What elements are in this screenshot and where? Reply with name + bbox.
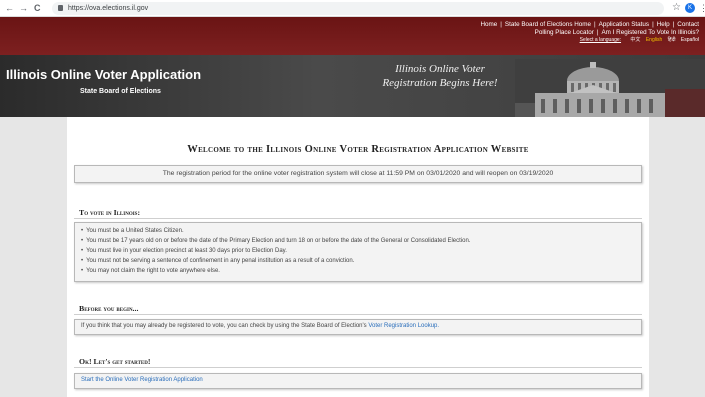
banner-slogan: Illinois Online Voter Registration Begin…: [370, 62, 510, 90]
top-nav-row-1: Home | State Board of Elections Home | Appli…: [480, 21, 699, 28]
nav-am-i-registered-link[interactable]: Am I Registered To Vote In Illinois?: [601, 29, 699, 36]
url-text[interactable]: https://ova.elections.il.gov: [68, 3, 148, 14]
section-divider: [74, 218, 642, 219]
slogan-line-2: Registration Begins Here!: [382, 77, 498, 89]
reload-icon[interactable]: C: [34, 2, 41, 14]
requirements-list: You must be a United States Citizen. You…: [75, 223, 641, 279]
nav-home-link[interactable]: Home: [480, 21, 497, 28]
get-started-heading: Ok! Let's get started!: [79, 357, 151, 366]
lock-icon: [58, 5, 63, 11]
site-subtitle: State Board of Elections: [80, 88, 161, 95]
back-arrow-icon[interactable]: ←: [5, 2, 14, 14]
browser-menu-icon[interactable]: ⋮: [699, 2, 705, 14]
to-vote-heading: To vote in Illinois:: [79, 208, 141, 217]
requirement-item: You must not be serving a sentence of co…: [81, 256, 635, 266]
language-hindi[interactable]: हिंदी: [668, 37, 676, 43]
nav-application-status-link[interactable]: Application Status: [599, 21, 649, 28]
language-english[interactable]: English: [646, 37, 662, 43]
before-you-begin-heading: Before you begin...: [79, 304, 139, 313]
address-bar[interactable]: https://ova.elections.il.gov: [52, 2, 664, 15]
site-title: Illinois Online Voter Application: [6, 67, 202, 82]
site-banner: Illinois Online Voter Application State …: [0, 55, 705, 117]
before-you-begin-box: If you think that you may already be reg…: [74, 319, 642, 335]
requirement-item: You must live in your election precinct …: [81, 246, 635, 256]
nav-sbe-home-link[interactable]: State Board of Elections Home: [505, 21, 591, 28]
requirements-box: You must be a United States Citizen. You…: [74, 222, 642, 282]
get-started-box: Start the Online Voter Registration Appl…: [74, 373, 642, 389]
browser-toolbar: ← → C https://ova.elections.il.gov ☆ K ⋮: [0, 0, 705, 17]
requirement-item: You may not claim the right to vote anyw…: [81, 266, 635, 276]
nav-help-link[interactable]: Help: [657, 21, 670, 28]
profile-avatar[interactable]: K: [685, 3, 695, 13]
main-content: Welcome to the Illinois Online Voter Reg…: [67, 117, 649, 397]
top-nav-row-2: Polling Place Locator | Am I Registered To…: [534, 29, 699, 36]
requirement-item: You must be 17 years old on or before th…: [81, 236, 635, 246]
slogan-line-1: Illinois Online Voter: [395, 63, 485, 75]
page-title: Welcome to the Illinois Online Voter Reg…: [187, 144, 529, 155]
before-you-begin-sentence: If you think that you may already be reg…: [81, 323, 367, 329]
language-label: Select a language:: [579, 37, 622, 43]
requirement-item: You must be a United States Citizen.: [81, 226, 635, 236]
top-nav-band: Home | State Board of Elections Home | Appli…: [0, 17, 705, 55]
registration-period-notice: The registration period for the online v…: [74, 165, 642, 183]
nav-contact-link[interactable]: Contact: [677, 21, 699, 28]
before-you-begin-text: If you think that you may already be reg…: [75, 320, 641, 333]
capitol-building-image: [515, 59, 705, 117]
nav-polling-place-link[interactable]: Polling Place Locator: [535, 29, 594, 36]
language-chinese[interactable]: 中文: [630, 37, 640, 43]
right-gutter: [649, 117, 705, 397]
language-selector: Select a language: 中文 English हिंदी Espa…: [480, 37, 699, 44]
forward-arrow-icon[interactable]: →: [19, 2, 28, 14]
left-gutter: [0, 117, 67, 397]
start-application-link[interactable]: Start the Online Voter Registration Appl…: [81, 377, 203, 383]
section-divider: [74, 367, 642, 368]
language-spanish[interactable]: Español: [681, 37, 699, 43]
voter-registration-lookup-link[interactable]: Voter Registration Lookup.: [368, 323, 439, 329]
section-divider: [74, 314, 642, 315]
bookmark-star-icon[interactable]: ☆: [672, 2, 681, 14]
top-nav-links: Home | State Board of Elections Home | Appli…: [480, 21, 699, 44]
